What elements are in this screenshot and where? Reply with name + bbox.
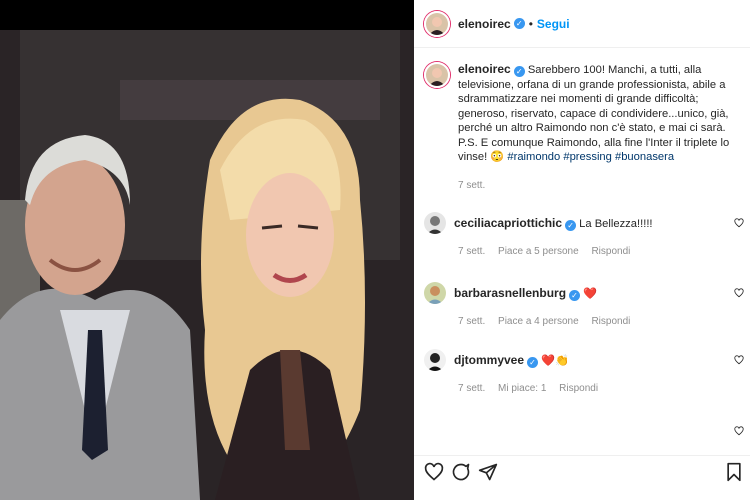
follow-button[interactable]: Segui [537,17,570,31]
reply-button[interactable]: Rispondi [591,246,630,257]
comment-text: ❤️👏 [541,354,570,367]
caption-author-avatar[interactable] [424,62,450,88]
share-icon[interactable] [478,462,498,482]
caption-body: Sarebbero 100! Manchi, a tutti, alla tel… [458,64,730,163]
comment-likes[interactable]: Mi piace: 1 [498,383,546,394]
comment-meta: 7 sett. Piace a 5 persone Rispondi [458,246,750,257]
comment-item: ceciliacapriottichic ✓ La Bellezza!!!!! 7… [424,212,750,257]
hashtag-link[interactable]: #raimondo [507,151,560,163]
comment-meta: 7 sett. Piace a 4 persone Rispondi [458,316,750,327]
comment-time[interactable]: 7 sett. [458,246,485,257]
verified-icon: ✓ [569,289,581,301]
comment-time[interactable]: 7 sett. [458,383,485,394]
author-avatar[interactable] [424,10,450,37]
caption-time[interactable]: 7 sett. [458,180,485,191]
comment-like-heart-icon[interactable] [734,355,744,365]
top-black-bar [0,0,414,30]
comment-meta: 7 sett. Mi piace: 1 Rispondi [458,383,750,394]
commenter-username[interactable]: ceciliacapriottichic [454,216,562,230]
verified-icon: ✓ [565,219,577,231]
commenter-username[interactable]: barbarasnellenburg [454,286,566,300]
comment-item: barbarasnellenburg ✓ ❤️ 7 sett. Piace a 4… [424,282,750,327]
reply-button[interactable]: Rispondi [559,383,598,394]
comment-like-heart-icon[interactable] [734,426,744,436]
comment-time[interactable]: 7 sett. [458,316,485,327]
verified-icon: ✓ [527,356,539,368]
comment-item: djtommyvee ✓ ❤️👏 7 sett. Mi piace: 1 Risp… [424,349,750,394]
caption-username[interactable]: elenoirec [458,62,511,76]
post-actions-bar [414,455,750,489]
comment-like-heart-icon[interactable] [734,288,744,298]
post-header: elenoirec ✓ • Segui [414,0,750,48]
post-side-panel: elenoirec ✓ • Segui elenoirec ✓ Sarebbero… [414,0,750,500]
bookmark-icon[interactable] [724,462,744,482]
verified-icon: ✓ [513,18,525,29]
heart-icon[interactable] [424,462,444,482]
caption-text: elenoirec ✓ Sarebbero 100! Manchi, a tutt… [458,62,742,165]
commenter-avatar[interactable] [424,349,446,371]
commenter-avatar[interactable] [424,212,446,234]
post-photo[interactable] [0,30,414,500]
comment-like-heart-icon[interactable] [734,218,744,228]
reply-button[interactable]: Rispondi [591,316,630,327]
comment-body: djtommyvee ✓ ❤️👏 [454,353,569,368]
comment-text: ❤️ [583,287,598,300]
comment-body: barbarasnellenburg ✓ ❤️ [454,286,597,301]
commenter-username[interactable]: djtommyvee [454,353,524,367]
comment-likes[interactable]: Piace a 4 persone [498,316,579,327]
instagram-post-view: elenoirec ✓ • Segui elenoirec ✓ Sarebbero… [0,0,750,500]
commenter-avatar[interactable] [424,282,446,304]
comment-icon[interactable] [451,462,471,482]
hashtag-link[interactable]: #pressing [563,151,612,163]
hashtag-link[interactable]: #buonasera [615,151,674,163]
comment-text: La Bellezza!!!!! [579,217,653,230]
comment-likes[interactable]: Piace a 5 persone [498,246,579,257]
author-username[interactable]: elenoirec [458,17,511,31]
comment-body: ceciliacapriottichic ✓ La Bellezza!!!!! [454,216,653,231]
post-caption: elenoirec ✓ Sarebbero 100! Manchi, a tutt… [424,62,742,165]
separator-dot: • [528,16,533,31]
verified-icon: ✓ [513,66,525,77]
